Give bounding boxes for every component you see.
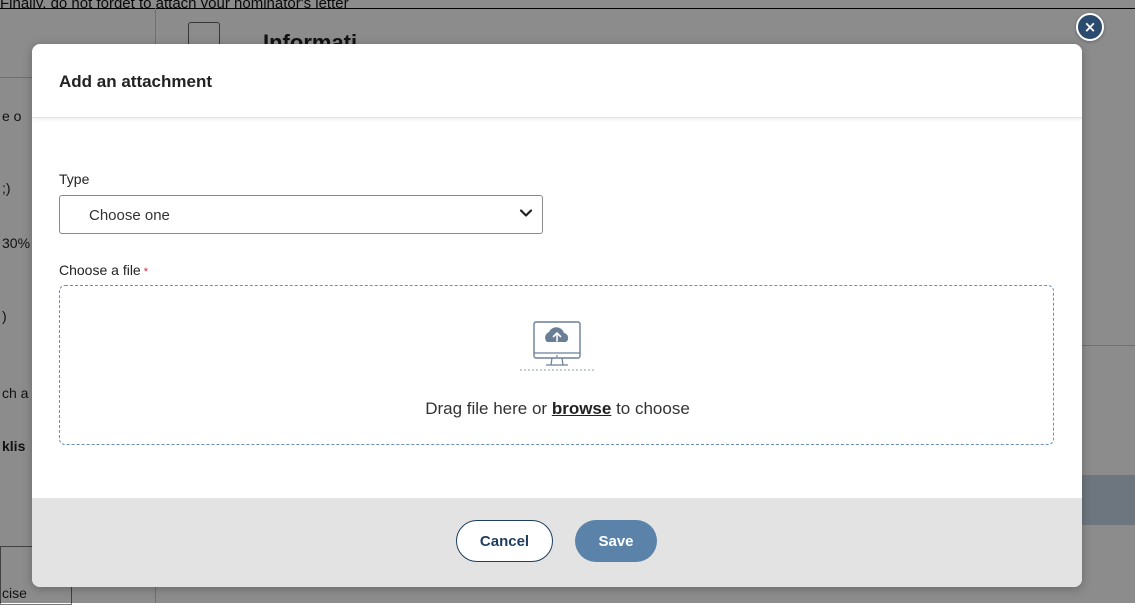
file-label-text: Choose a file <box>59 262 141 278</box>
type-label: Type <box>59 171 90 187</box>
dropzone-text-after: to choose <box>616 399 690 418</box>
close-icon: × <box>1083 18 1097 36</box>
dialog-title: Add an attachment <box>59 72 213 91</box>
close-dialog-button[interactable]: × <box>1076 13 1104 41</box>
type-select-value: Choose one <box>89 207 170 224</box>
dialog-header: Add an attachment <box>32 44 1082 118</box>
dropzone-text-before: Drag file here or <box>425 399 548 418</box>
cancel-button[interactable]: Cancel <box>456 520 553 562</box>
file-label: Choose a file * <box>59 262 148 278</box>
dialog-footer: Cancel Save <box>32 498 1082 587</box>
type-select[interactable]: Choose one <box>59 195 543 234</box>
required-asterisk: * <box>143 266 148 278</box>
chevron-down-icon <box>519 209 533 217</box>
save-button[interactable]: Save <box>575 520 657 562</box>
dropzone-text: Drag file here or browse to choose <box>60 399 1055 419</box>
file-dropzone[interactable]: Drag file here or browse to choose <box>59 285 1054 445</box>
add-attachment-dialog: Add an attachment Type Choose one Choose… <box>32 44 1082 587</box>
cloud-upload-monitor-icon <box>520 321 594 371</box>
browse-link[interactable]: browse <box>552 399 612 418</box>
